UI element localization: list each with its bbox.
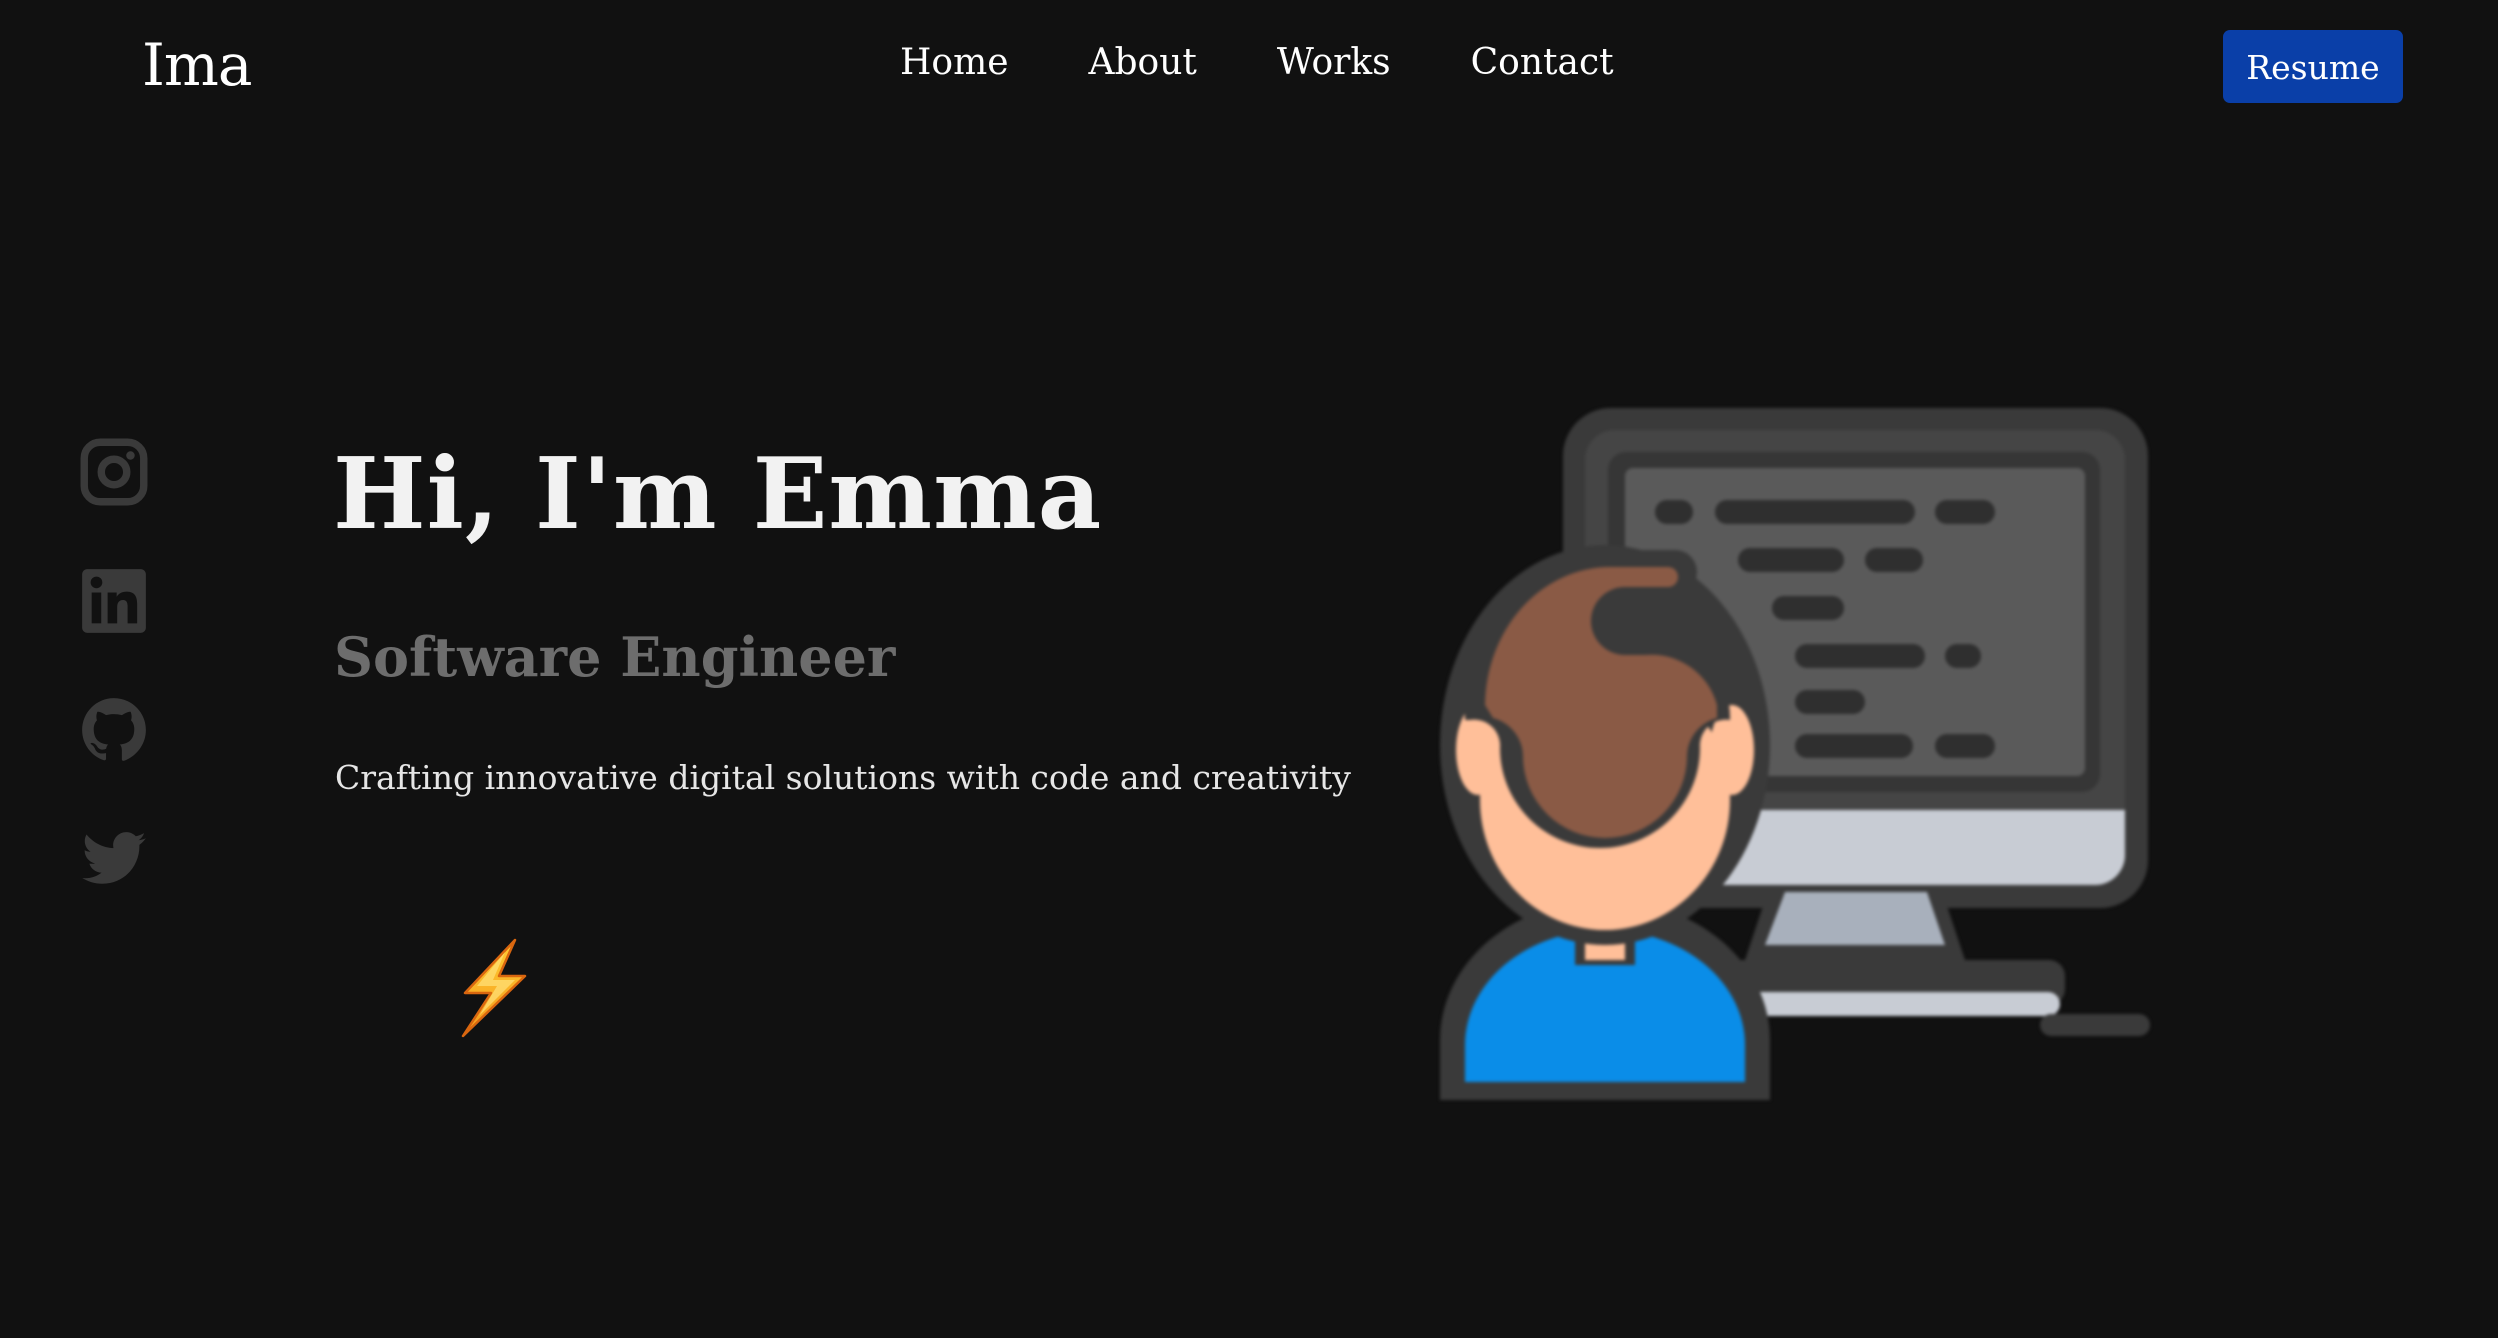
hero-role: Software Engineer xyxy=(334,625,896,689)
hero-tagline: Crafting innovative digital solutions wi… xyxy=(335,758,1351,797)
nav-contact[interactable]: Contact xyxy=(1471,38,1614,88)
resume-button[interactable]: Resume xyxy=(2223,30,2403,103)
lightning-bolt-icon xyxy=(461,938,527,1038)
page: Ima Home About Works Contact Resume Hi, … xyxy=(0,0,2498,1338)
brand-logo[interactable]: Ima xyxy=(142,30,252,100)
nav-works[interactable]: Works xyxy=(1277,38,1391,88)
hero-title: Hi, I'm Emma xyxy=(333,437,1103,552)
social-links xyxy=(80,438,154,954)
main-nav: Home About Works Contact xyxy=(900,38,1614,88)
nav-home[interactable]: Home xyxy=(900,38,1009,88)
instagram-icon[interactable] xyxy=(80,438,148,506)
github-icon[interactable] xyxy=(80,696,148,764)
linkedin-icon[interactable] xyxy=(80,567,148,635)
twitter-icon[interactable] xyxy=(80,825,148,893)
nav-about[interactable]: About xyxy=(1089,38,1197,88)
developer-at-computer-illustration xyxy=(1440,408,2150,1100)
